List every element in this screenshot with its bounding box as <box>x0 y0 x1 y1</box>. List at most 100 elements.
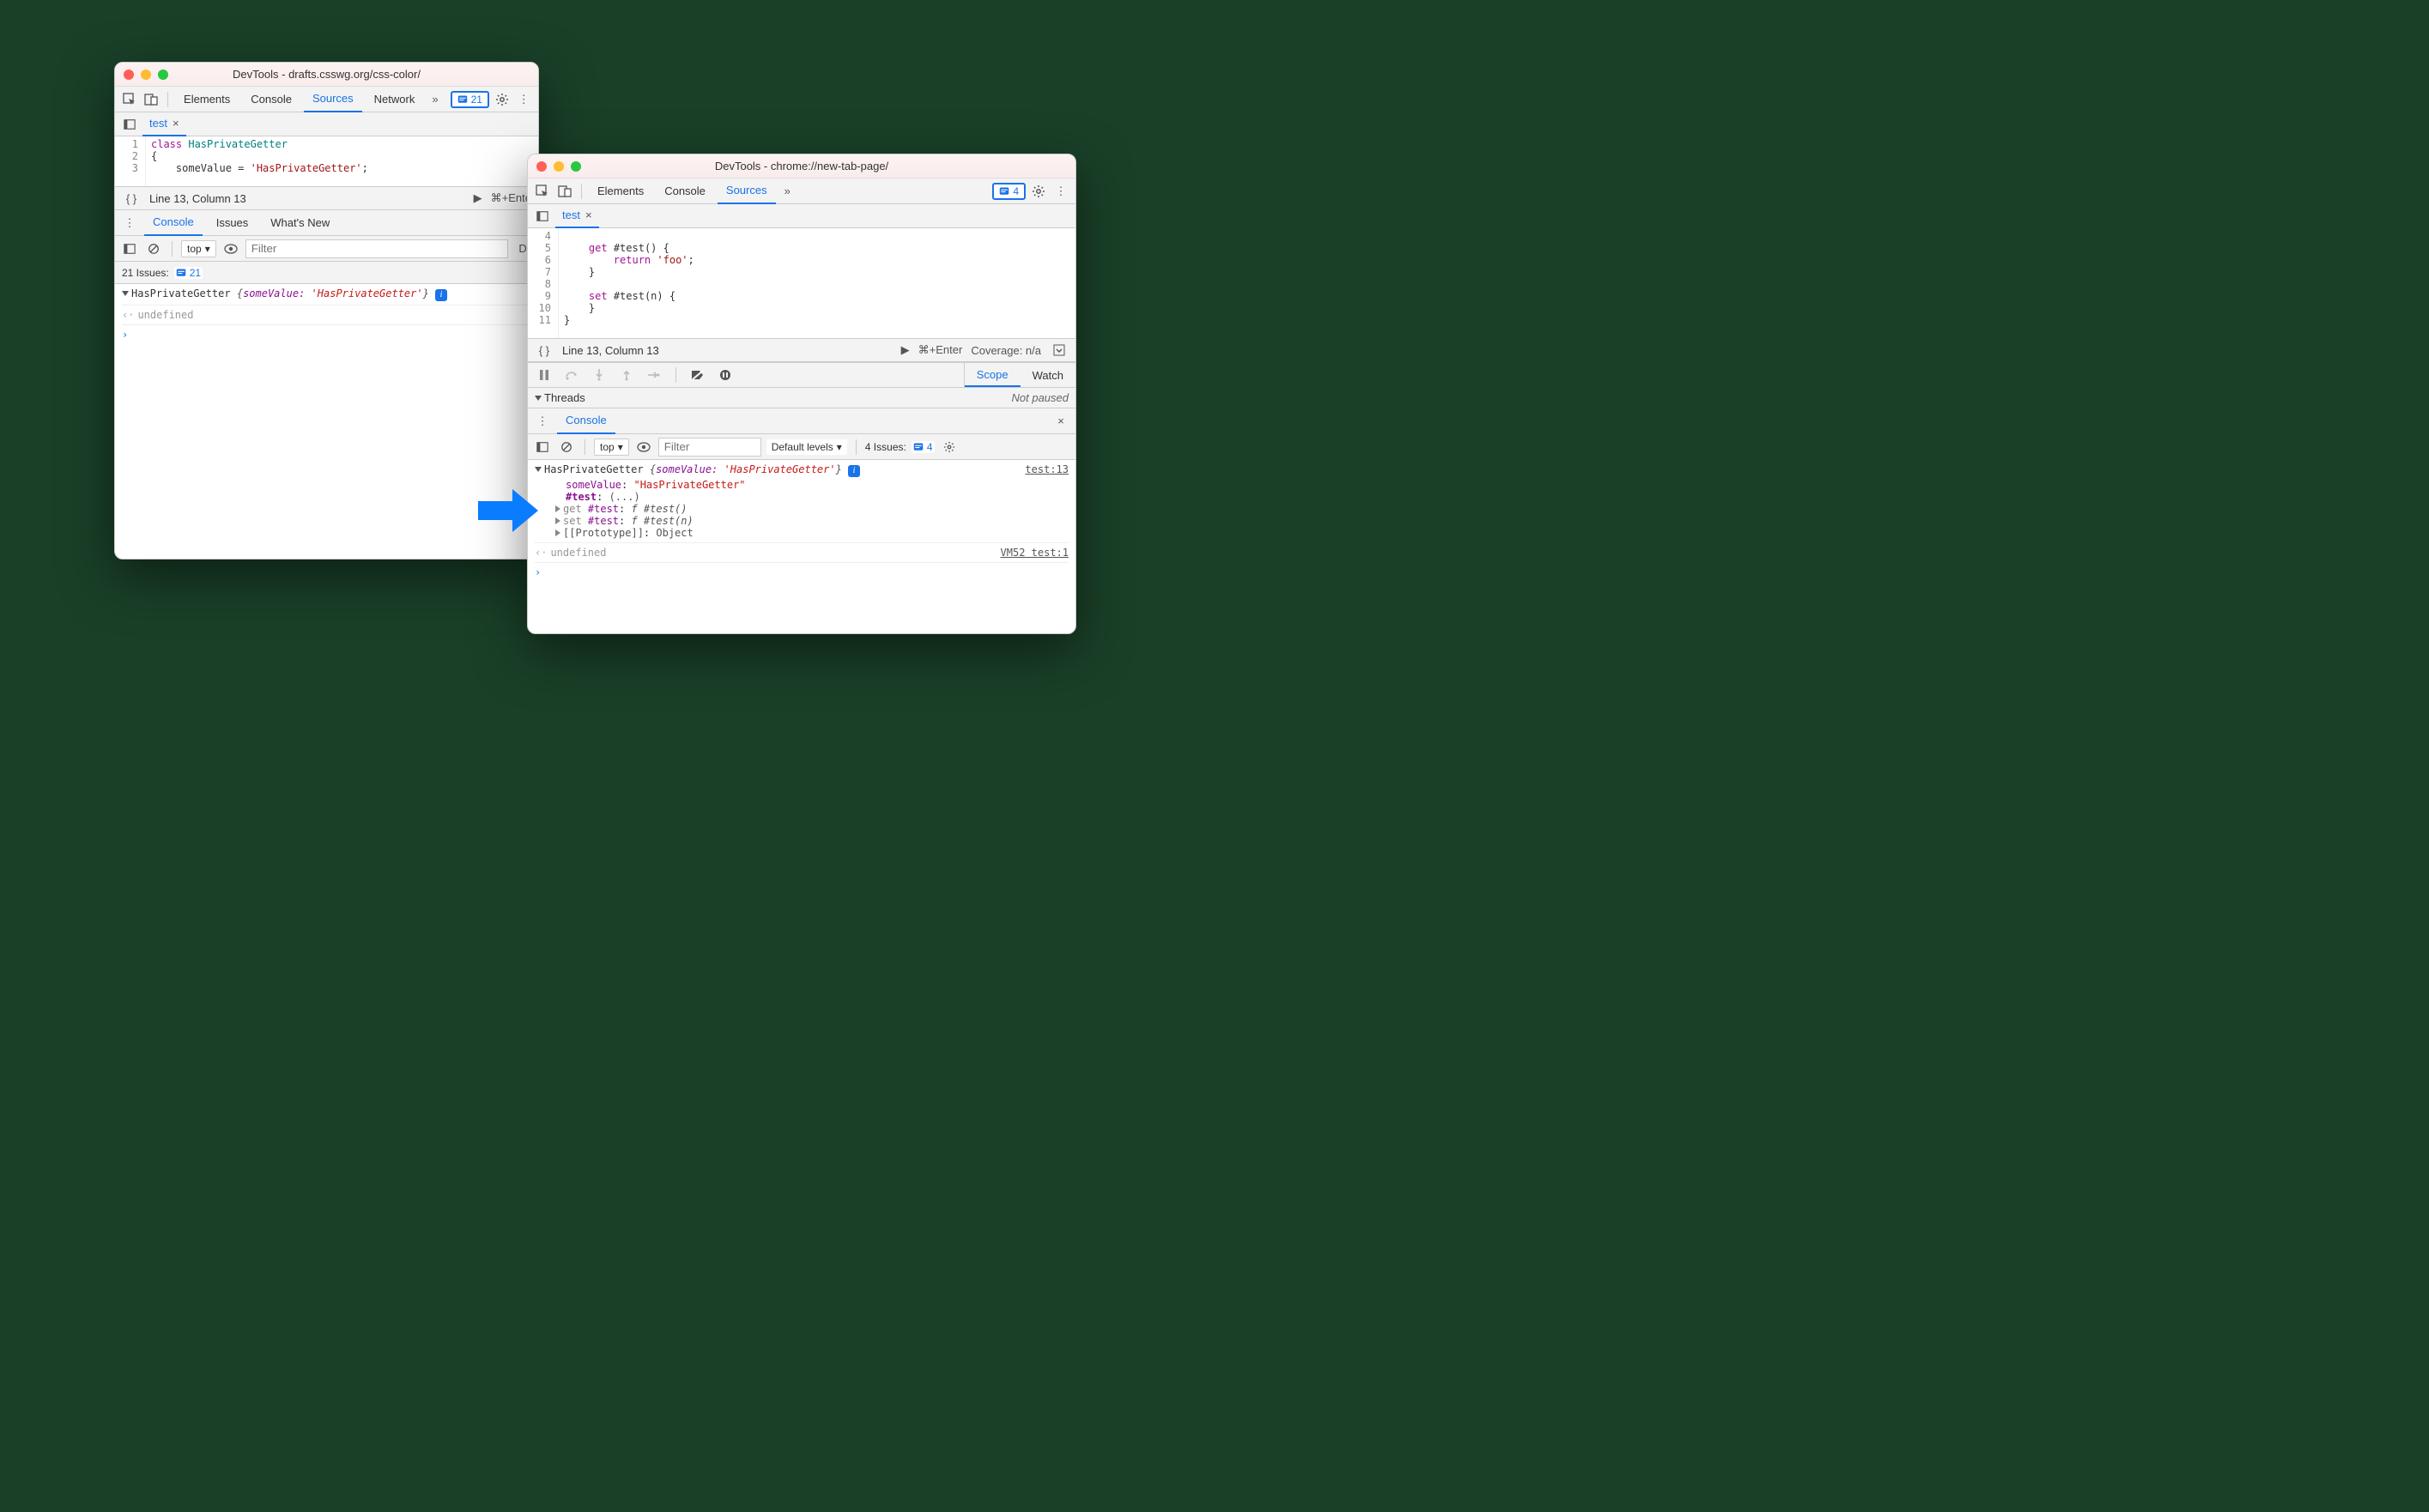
navigator-toggle-icon[interactable] <box>120 115 139 134</box>
minimize-window-icon[interactable] <box>141 70 151 80</box>
drawer-tab-console[interactable]: Console <box>144 210 203 236</box>
file-tab-label: test <box>562 209 580 221</box>
navigator-toggle-icon[interactable] <box>533 207 552 226</box>
tab-elements[interactable]: Elements <box>175 87 239 112</box>
divider <box>172 241 173 257</box>
object-property-row[interactable]: [[Prototype]]: Object <box>535 527 1069 539</box>
step-into-icon[interactable] <box>590 366 609 384</box>
console-filter-input[interactable] <box>245 239 509 258</box>
maximize-window-icon[interactable] <box>158 70 168 80</box>
info-badge-icon[interactable]: i <box>848 465 860 477</box>
object-property-row[interactable]: get #test: f #test() <box>535 503 1069 515</box>
pretty-print-icon[interactable]: { } <box>535 341 554 360</box>
disclosure-icon[interactable] <box>555 529 560 536</box>
clear-console-icon[interactable] <box>557 438 576 457</box>
console-object-row[interactable]: HasPrivateGetter {someValue: 'HasPrivate… <box>122 287 531 301</box>
issues-badge[interactable]: 4 <box>992 183 1026 200</box>
tab-sources[interactable]: Sources <box>718 178 776 204</box>
log-levels-selector[interactable]: Default levels ▾ <box>766 439 847 455</box>
disclosure-icon[interactable] <box>535 396 542 401</box>
more-tabs-icon[interactable]: » <box>427 93 443 106</box>
pause-on-exceptions-icon[interactable] <box>716 366 735 384</box>
more-tabs-icon[interactable]: » <box>779 184 796 197</box>
console-prompt-row[interactable]: › <box>122 324 531 341</box>
close-window-icon[interactable] <box>124 70 134 80</box>
object-property-row[interactable]: set #test: f #test(n) <box>535 515 1069 527</box>
context-selector[interactable]: top ▾ <box>594 438 629 456</box>
live-expression-icon[interactable] <box>221 239 240 258</box>
code-editor[interactable]: 1 2 3 class HasPrivateGetter { someValue… <box>115 136 538 186</box>
editor-statusbar: { } Line 13, Column 13 ▶ ⌘+Enter Coverag… <box>528 338 1075 362</box>
console-sidebar-toggle-icon[interactable] <box>120 239 139 258</box>
tab-console[interactable]: Console <box>656 178 714 204</box>
drawer-kebab-icon[interactable]: ⋮ <box>120 214 139 233</box>
source-link[interactable]: test:13 <box>1025 463 1069 475</box>
clear-console-icon[interactable] <box>144 239 163 258</box>
disclosure-icon[interactable] <box>555 505 560 512</box>
issues-badge[interactable]: 21 <box>451 91 489 108</box>
run-snippet-icon[interactable]: ▶ <box>474 191 482 205</box>
device-toolbar-icon[interactable] <box>142 90 161 109</box>
tab-elements[interactable]: Elements <box>589 178 652 204</box>
tab-sources[interactable]: Sources <box>304 87 362 112</box>
device-toolbar-icon[interactable] <box>555 182 574 201</box>
drawer-tab-whatsnew[interactable]: What's New <box>262 210 338 236</box>
file-tab-test[interactable]: test × <box>555 204 599 228</box>
scope-watch-tabs: Scope Watch <box>964 363 1075 387</box>
collapse-debugger-icon[interactable] <box>1050 341 1069 360</box>
console-settings-gear-icon[interactable] <box>940 438 959 457</box>
disclosure-icon[interactable] <box>535 467 542 472</box>
object-property-row[interactable]: someValue: "HasPrivateGetter" <box>535 479 1069 491</box>
tab-console[interactable]: Console <box>242 87 300 112</box>
settings-gear-icon[interactable] <box>1029 182 1048 201</box>
tab-network[interactable]: Network <box>366 87 424 112</box>
console-prompt-row[interactable]: › <box>535 562 1069 578</box>
disclosure-icon[interactable] <box>122 291 129 296</box>
context-selector[interactable]: top ▾ <box>181 240 216 257</box>
info-badge-icon[interactable]: i <box>435 289 447 301</box>
code-editor[interactable]: 4567891011 get #test() { return 'foo'; }… <box>528 228 1075 338</box>
tab-scope[interactable]: Scope <box>965 363 1021 387</box>
kebab-menu-icon[interactable]: ⋮ <box>1051 182 1070 201</box>
close-drawer-icon[interactable]: × <box>1051 412 1070 431</box>
live-expression-icon[interactable] <box>634 438 653 457</box>
close-tab-icon[interactable]: × <box>173 117 179 130</box>
disclosure-icon[interactable] <box>555 517 560 524</box>
issues-bar[interactable]: 21 Issues: 21 <box>115 262 538 284</box>
drawer-kebab-icon[interactable]: ⋮ <box>533 412 552 431</box>
issues-label[interactable]: 4 Issues: <box>865 441 906 453</box>
editor-statusbar: { } Line 13, Column 13 ▶ ⌘+Ente <box>115 186 538 210</box>
close-window-icon[interactable] <box>536 161 547 172</box>
maximize-window-icon[interactable] <box>571 161 581 172</box>
window-title: DevTools - drafts.csswg.org/css-color/ <box>115 68 538 81</box>
step-out-icon[interactable] <box>617 366 636 384</box>
devtools-window-right: DevTools - chrome://new-tab-page/ Elemen… <box>527 154 1076 634</box>
threads-bar[interactable]: Threads Not paused <box>528 388 1075 408</box>
kebab-menu-icon[interactable]: ⋮ <box>514 90 533 109</box>
step-over-icon[interactable] <box>562 366 581 384</box>
console-toolbar: top ▾ Default levels ▾ 4 Issues: 4 <box>528 434 1075 460</box>
deactivate-breakpoints-icon[interactable] <box>688 366 707 384</box>
drawer-tab-console[interactable]: Console <box>557 408 615 434</box>
console-object-row[interactable]: test:13 HasPrivateGetter {someValue: 'Ha… <box>535 463 1069 477</box>
inspect-icon[interactable] <box>533 182 552 201</box>
inspect-icon[interactable] <box>120 90 139 109</box>
return-arrow-icon: ‹· <box>122 309 137 321</box>
console-output[interactable]: HasPrivateGetter {someValue: 'HasPrivate… <box>115 284 538 346</box>
console-filter-input[interactable] <box>658 438 761 457</box>
pause-icon[interactable] <box>535 366 554 384</box>
object-property-row[interactable]: #test: (...) <box>535 491 1069 503</box>
step-icon[interactable] <box>645 366 663 384</box>
minimize-window-icon[interactable] <box>554 161 564 172</box>
run-snippet-icon[interactable]: ▶ <box>901 343 910 357</box>
drawer-tab-issues[interactable]: Issues <box>208 210 257 236</box>
console-sidebar-toggle-icon[interactable] <box>533 438 552 457</box>
source-link[interactable]: VM52 test:1 <box>1001 547 1069 559</box>
settings-gear-icon[interactable] <box>493 90 512 109</box>
close-tab-icon[interactable]: × <box>585 209 592 221</box>
file-tab-test[interactable]: test × <box>142 112 186 136</box>
tab-watch[interactable]: Watch <box>1021 363 1075 387</box>
issues-inline-badge[interactable]: 4 <box>912 441 935 453</box>
pretty-print-icon[interactable]: { } <box>122 189 141 208</box>
console-output[interactable]: test:13 HasPrivateGetter {someValue: 'Ha… <box>528 460 1075 584</box>
